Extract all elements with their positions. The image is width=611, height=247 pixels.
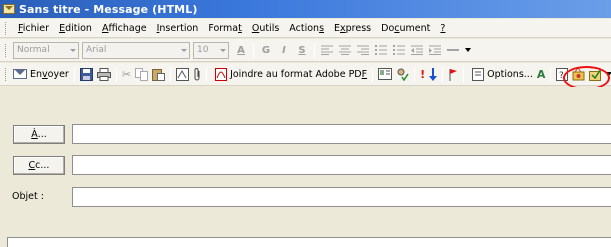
options-icon xyxy=(471,67,485,81)
menu-edition[interactable]: Edition xyxy=(54,23,97,34)
numbered-list-icon[interactable] xyxy=(392,43,406,57)
horizontal-line-icon[interactable] xyxy=(446,43,460,57)
check-names-icon[interactable] xyxy=(396,67,409,81)
toolbar-separator xyxy=(170,66,172,82)
decrease-indent-icon[interactable] xyxy=(410,43,424,57)
chevron-down-icon[interactable] xyxy=(178,43,189,58)
menu-affichage[interactable]: Affichage xyxy=(97,23,152,34)
cut-icon[interactable]: ✂ xyxy=(122,67,131,81)
standard-toolbar: En v oyer ✂ Joindre au format Adobe PD F ! xyxy=(0,63,611,86)
underline-button[interactable]: S xyxy=(295,43,309,57)
toolbar-separator xyxy=(314,42,315,58)
toolbar-separator xyxy=(73,66,75,82)
to-button[interactable]: À... xyxy=(13,125,65,144)
menu-express[interactable]: Express xyxy=(329,23,376,34)
mail-envelope-icon xyxy=(3,4,15,14)
options-button[interactable]: Options... xyxy=(467,65,535,83)
menu-outils[interactable]: Outils xyxy=(247,23,284,34)
font-size-value: 10 xyxy=(197,45,209,55)
chevron-down-icon[interactable] xyxy=(217,43,228,58)
toolbar-separator xyxy=(442,66,444,82)
importance-low-icon[interactable] xyxy=(429,67,438,81)
check-mail-icon[interactable] xyxy=(589,67,602,81)
paperclip-icon[interactable] xyxy=(193,67,201,81)
menubar-grip[interactable] xyxy=(5,21,8,35)
follow-up-flag-icon[interactable] xyxy=(448,67,458,81)
window-title: Sans titre - Message (HTML) xyxy=(19,2,198,16)
copy-icon[interactable] xyxy=(135,67,149,81)
help-icon[interactable]: ? xyxy=(556,67,569,81)
style-select-value: Normal xyxy=(17,45,50,55)
svg-text:?: ? xyxy=(559,71,564,81)
bulleted-list-icon[interactable] xyxy=(374,43,388,57)
formatting-toolbar: Normal Arial 10 A G I S xyxy=(0,39,611,62)
font-select[interactable]: Arial xyxy=(82,41,190,59)
italic-button[interactable]: I xyxy=(277,43,291,57)
adobe-pdf-icon xyxy=(214,67,228,81)
toolbar-separator xyxy=(550,66,552,82)
font-select-value: Arial xyxy=(86,45,107,55)
send-button[interactable]: En v oyer xyxy=(11,65,71,83)
toolbar-separator xyxy=(414,66,416,82)
junk-sender-icon[interactable] xyxy=(572,67,585,81)
toolbar-separator xyxy=(372,66,374,82)
menu-format[interactable]: Format xyxy=(203,23,247,34)
cc-button[interactable]: Cc... xyxy=(13,156,65,175)
message-body[interactable] xyxy=(7,237,611,247)
align-right-icon[interactable] xyxy=(356,43,370,57)
toolbar-separator xyxy=(463,66,465,82)
align-left-icon[interactable] xyxy=(320,43,334,57)
menu-fichier[interactable]: Fichier xyxy=(13,23,54,34)
bold-button[interactable]: G xyxy=(259,43,273,57)
font-size-select[interactable]: 10 xyxy=(193,41,229,59)
to-field[interactable] xyxy=(72,124,611,144)
cc-field[interactable] xyxy=(72,155,611,175)
toolbar-grip[interactable] xyxy=(5,43,8,57)
paste-icon[interactable] xyxy=(152,67,166,81)
address-card-icon[interactable] xyxy=(378,67,393,81)
chevron-down-icon[interactable] xyxy=(67,43,78,58)
increase-indent-icon[interactable] xyxy=(428,43,442,57)
print-icon[interactable] xyxy=(96,67,111,81)
importance-high-icon[interactable]: ! xyxy=(420,67,425,81)
toolbar-separator xyxy=(115,66,117,82)
menu-document[interactable]: Document xyxy=(376,23,435,34)
address-book-icon[interactable] xyxy=(176,67,190,81)
toolbar-grip[interactable] xyxy=(5,67,6,81)
format-painter-icon[interactable]: A xyxy=(537,67,546,81)
menu-bar: Fichier Edition Affichage Insertion Form… xyxy=(0,19,611,38)
menu-actions[interactable]: Actions xyxy=(284,23,329,34)
subject-field[interactable] xyxy=(72,187,611,207)
menu-insertion[interactable]: Insertion xyxy=(152,23,204,34)
window-title-bar: Sans titre - Message (HTML) xyxy=(0,0,611,18)
style-select[interactable]: Normal xyxy=(13,41,79,59)
subject-label: Objet : xyxy=(12,191,44,202)
toolbar-options-chevron-icon[interactable] xyxy=(606,67,611,81)
toolbar-separator xyxy=(206,66,208,82)
menu-help[interactable]: ? xyxy=(435,23,450,34)
toolbar-options-chevron-icon[interactable] xyxy=(464,43,472,57)
attach-pdf-button[interactable]: Joindre au format Adobe PD F xyxy=(210,65,369,83)
align-center-icon[interactable] xyxy=(338,43,352,57)
save-icon[interactable] xyxy=(79,67,93,81)
toolbar-separator xyxy=(253,42,254,58)
send-envelope-icon xyxy=(13,69,27,79)
address-fields: À... Cc... Objet : xyxy=(0,87,611,247)
font-color-icon[interactable]: A xyxy=(234,43,248,57)
